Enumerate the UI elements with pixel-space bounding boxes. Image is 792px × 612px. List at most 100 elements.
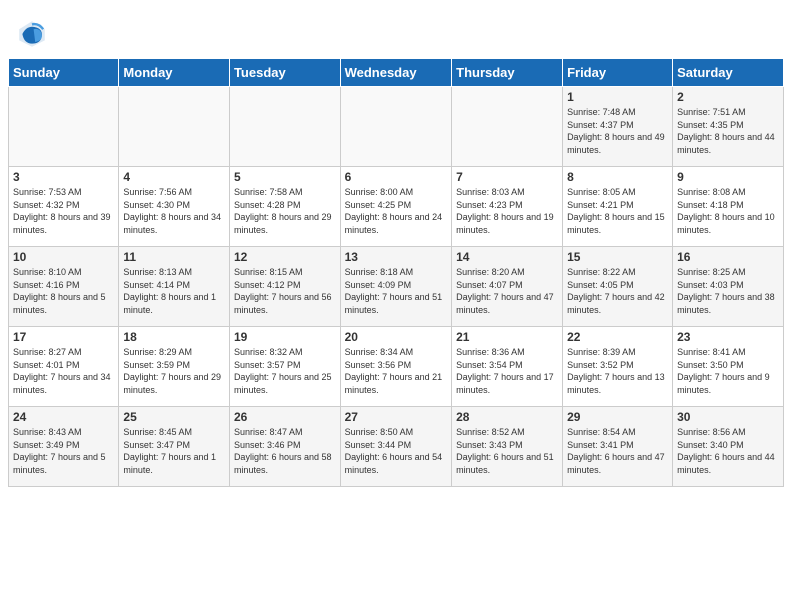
calendar-wrapper: SundayMondayTuesdayWednesdayThursdayFrid… xyxy=(0,58,792,495)
day-info: Sunrise: 8:25 AM Sunset: 4:03 PM Dayligh… xyxy=(677,266,779,316)
calendar-cell: 8 Sunrise: 8:05 AM Sunset: 4:21 PM Daylig… xyxy=(563,167,673,247)
header xyxy=(0,0,792,58)
calendar-week-row: 1 Sunrise: 7:48 AM Sunset: 4:37 PM Daylig… xyxy=(9,87,784,167)
calendar-cell: 23 Sunrise: 8:41 AM Sunset: 3:50 PM Dayli… xyxy=(673,327,784,407)
day-number: 29 xyxy=(567,410,668,424)
day-number: 22 xyxy=(567,330,668,344)
day-number: 23 xyxy=(677,330,779,344)
calendar-cell: 28 Sunrise: 8:52 AM Sunset: 3:43 PM Dayli… xyxy=(452,407,563,487)
calendar-cell: 24 Sunrise: 8:43 AM Sunset: 3:49 PM Dayli… xyxy=(9,407,119,487)
day-number: 6 xyxy=(345,170,448,184)
calendar-cell: 3 Sunrise: 7:53 AM Sunset: 4:32 PM Daylig… xyxy=(9,167,119,247)
day-info: Sunrise: 8:36 AM Sunset: 3:54 PM Dayligh… xyxy=(456,346,558,396)
calendar-header-row: SundayMondayTuesdayWednesdayThursdayFrid… xyxy=(9,59,784,87)
calendar-cell: 1 Sunrise: 7:48 AM Sunset: 4:37 PM Daylig… xyxy=(563,87,673,167)
day-info: Sunrise: 8:41 AM Sunset: 3:50 PM Dayligh… xyxy=(677,346,779,396)
day-info: Sunrise: 8:43 AM Sunset: 3:49 PM Dayligh… xyxy=(13,426,114,476)
day-number: 4 xyxy=(123,170,225,184)
day-info: Sunrise: 8:45 AM Sunset: 3:47 PM Dayligh… xyxy=(123,426,225,476)
day-info: Sunrise: 8:29 AM Sunset: 3:59 PM Dayligh… xyxy=(123,346,225,396)
day-info: Sunrise: 8:08 AM Sunset: 4:18 PM Dayligh… xyxy=(677,186,779,236)
calendar-cell: 21 Sunrise: 8:36 AM Sunset: 3:54 PM Dayli… xyxy=(452,327,563,407)
calendar-cell xyxy=(229,87,340,167)
calendar-cell: 30 Sunrise: 8:56 AM Sunset: 3:40 PM Dayli… xyxy=(673,407,784,487)
calendar-cell xyxy=(340,87,452,167)
calendar-day-header: Saturday xyxy=(673,59,784,87)
calendar-cell: 14Sunrise: 8:20 AM Sunset: 4:07 PM Dayli… xyxy=(452,247,563,327)
calendar-cell: 27Sunrise: 8:50 AM Sunset: 3:44 PM Dayli… xyxy=(340,407,452,487)
calendar-cell: 7 Sunrise: 8:03 AM Sunset: 4:23 PM Daylig… xyxy=(452,167,563,247)
calendar-cell xyxy=(119,87,230,167)
day-number: 30 xyxy=(677,410,779,424)
calendar-cell: 9Sunrise: 8:08 AM Sunset: 4:18 PM Daylig… xyxy=(673,167,784,247)
calendar-week-row: 24 Sunrise: 8:43 AM Sunset: 3:49 PM Dayli… xyxy=(9,407,784,487)
calendar-table: SundayMondayTuesdayWednesdayThursdayFrid… xyxy=(8,58,784,487)
day-number: 17 xyxy=(13,330,114,344)
day-info: Sunrise: 8:05 AM Sunset: 4:21 PM Dayligh… xyxy=(567,186,668,236)
calendar-cell: 2 Sunrise: 7:51 AM Sunset: 4:35 PM Daylig… xyxy=(673,87,784,167)
day-number: 26 xyxy=(234,410,336,424)
calendar-week-row: 17 Sunrise: 8:27 AM Sunset: 4:01 PM Dayli… xyxy=(9,327,784,407)
calendar-cell: 4 Sunrise: 7:56 AM Sunset: 4:30 PM Daylig… xyxy=(119,167,230,247)
calendar-cell: 19Sunrise: 8:32 AM Sunset: 3:57 PM Dayli… xyxy=(229,327,340,407)
day-info: Sunrise: 8:34 AM Sunset: 3:56 PM Dayligh… xyxy=(345,346,448,396)
day-info: Sunrise: 8:56 AM Sunset: 3:40 PM Dayligh… xyxy=(677,426,779,476)
calendar-cell: 17 Sunrise: 8:27 AM Sunset: 4:01 PM Dayli… xyxy=(9,327,119,407)
day-number: 5 xyxy=(234,170,336,184)
day-number: 12 xyxy=(234,250,336,264)
calendar-cell: 25Sunrise: 8:45 AM Sunset: 3:47 PM Dayli… xyxy=(119,407,230,487)
day-number: 28 xyxy=(456,410,558,424)
calendar-cell xyxy=(9,87,119,167)
calendar-cell: 13 Sunrise: 8:18 AM Sunset: 4:09 PM Dayli… xyxy=(340,247,452,327)
day-info: Sunrise: 8:10 AM Sunset: 4:16 PM Dayligh… xyxy=(13,266,114,316)
day-number: 10 xyxy=(13,250,114,264)
day-number: 18 xyxy=(123,330,225,344)
calendar-cell: 16 Sunrise: 8:25 AM Sunset: 4:03 PM Dayli… xyxy=(673,247,784,327)
logo-icon xyxy=(16,18,48,50)
day-info: Sunrise: 8:13 AM Sunset: 4:14 PM Dayligh… xyxy=(123,266,225,316)
day-number: 3 xyxy=(13,170,114,184)
day-number: 16 xyxy=(677,250,779,264)
day-info: Sunrise: 7:48 AM Sunset: 4:37 PM Dayligh… xyxy=(567,106,668,156)
calendar-day-header: Thursday xyxy=(452,59,563,87)
day-info: Sunrise: 8:15 AM Sunset: 4:12 PM Dayligh… xyxy=(234,266,336,316)
calendar-cell: 5 Sunrise: 7:58 AM Sunset: 4:28 PM Daylig… xyxy=(229,167,340,247)
day-info: Sunrise: 7:56 AM Sunset: 4:30 PM Dayligh… xyxy=(123,186,225,236)
calendar-cell: 29 Sunrise: 8:54 AM Sunset: 3:41 PM Dayli… xyxy=(563,407,673,487)
calendar-cell: 12 Sunrise: 8:15 AM Sunset: 4:12 PM Dayli… xyxy=(229,247,340,327)
day-number: 24 xyxy=(13,410,114,424)
day-info: Sunrise: 8:52 AM Sunset: 3:43 PM Dayligh… xyxy=(456,426,558,476)
calendar-cell: 10 Sunrise: 8:10 AM Sunset: 4:16 PM Dayli… xyxy=(9,247,119,327)
day-number: 21 xyxy=(456,330,558,344)
day-number: 11 xyxy=(123,250,225,264)
day-info: Sunrise: 8:39 AM Sunset: 3:52 PM Dayligh… xyxy=(567,346,668,396)
day-info: Sunrise: 8:03 AM Sunset: 4:23 PM Dayligh… xyxy=(456,186,558,236)
day-number: 2 xyxy=(677,90,779,104)
day-number: 13 xyxy=(345,250,448,264)
day-info: Sunrise: 7:51 AM Sunset: 4:35 PM Dayligh… xyxy=(677,106,779,156)
day-info: Sunrise: 8:22 AM Sunset: 4:05 PM Dayligh… xyxy=(567,266,668,316)
calendar-day-header: Monday xyxy=(119,59,230,87)
day-info: Sunrise: 7:58 AM Sunset: 4:28 PM Dayligh… xyxy=(234,186,336,236)
calendar-day-header: Friday xyxy=(563,59,673,87)
day-number: 20 xyxy=(345,330,448,344)
calendar-cell: 6 Sunrise: 8:00 AM Sunset: 4:25 PM Daylig… xyxy=(340,167,452,247)
day-info: Sunrise: 8:27 AM Sunset: 4:01 PM Dayligh… xyxy=(13,346,114,396)
day-number: 19 xyxy=(234,330,336,344)
day-info: Sunrise: 8:47 AM Sunset: 3:46 PM Dayligh… xyxy=(234,426,336,476)
day-number: 15 xyxy=(567,250,668,264)
calendar-week-row: 10 Sunrise: 8:10 AM Sunset: 4:16 PM Dayli… xyxy=(9,247,784,327)
day-number: 1 xyxy=(567,90,668,104)
day-info: Sunrise: 8:54 AM Sunset: 3:41 PM Dayligh… xyxy=(567,426,668,476)
day-info: Sunrise: 8:00 AM Sunset: 4:25 PM Dayligh… xyxy=(345,186,448,236)
calendar-day-header: Wednesday xyxy=(340,59,452,87)
day-number: 27 xyxy=(345,410,448,424)
calendar-day-header: Tuesday xyxy=(229,59,340,87)
day-info: Sunrise: 8:20 AM Sunset: 4:07 PM Dayligh… xyxy=(456,266,558,316)
day-number: 8 xyxy=(567,170,668,184)
day-info: Sunrise: 7:53 AM Sunset: 4:32 PM Dayligh… xyxy=(13,186,114,236)
day-number: 7 xyxy=(456,170,558,184)
calendar-cell: 15 Sunrise: 8:22 AM Sunset: 4:05 PM Dayli… xyxy=(563,247,673,327)
calendar-week-row: 3 Sunrise: 7:53 AM Sunset: 4:32 PM Daylig… xyxy=(9,167,784,247)
day-info: Sunrise: 8:18 AM Sunset: 4:09 PM Dayligh… xyxy=(345,266,448,316)
